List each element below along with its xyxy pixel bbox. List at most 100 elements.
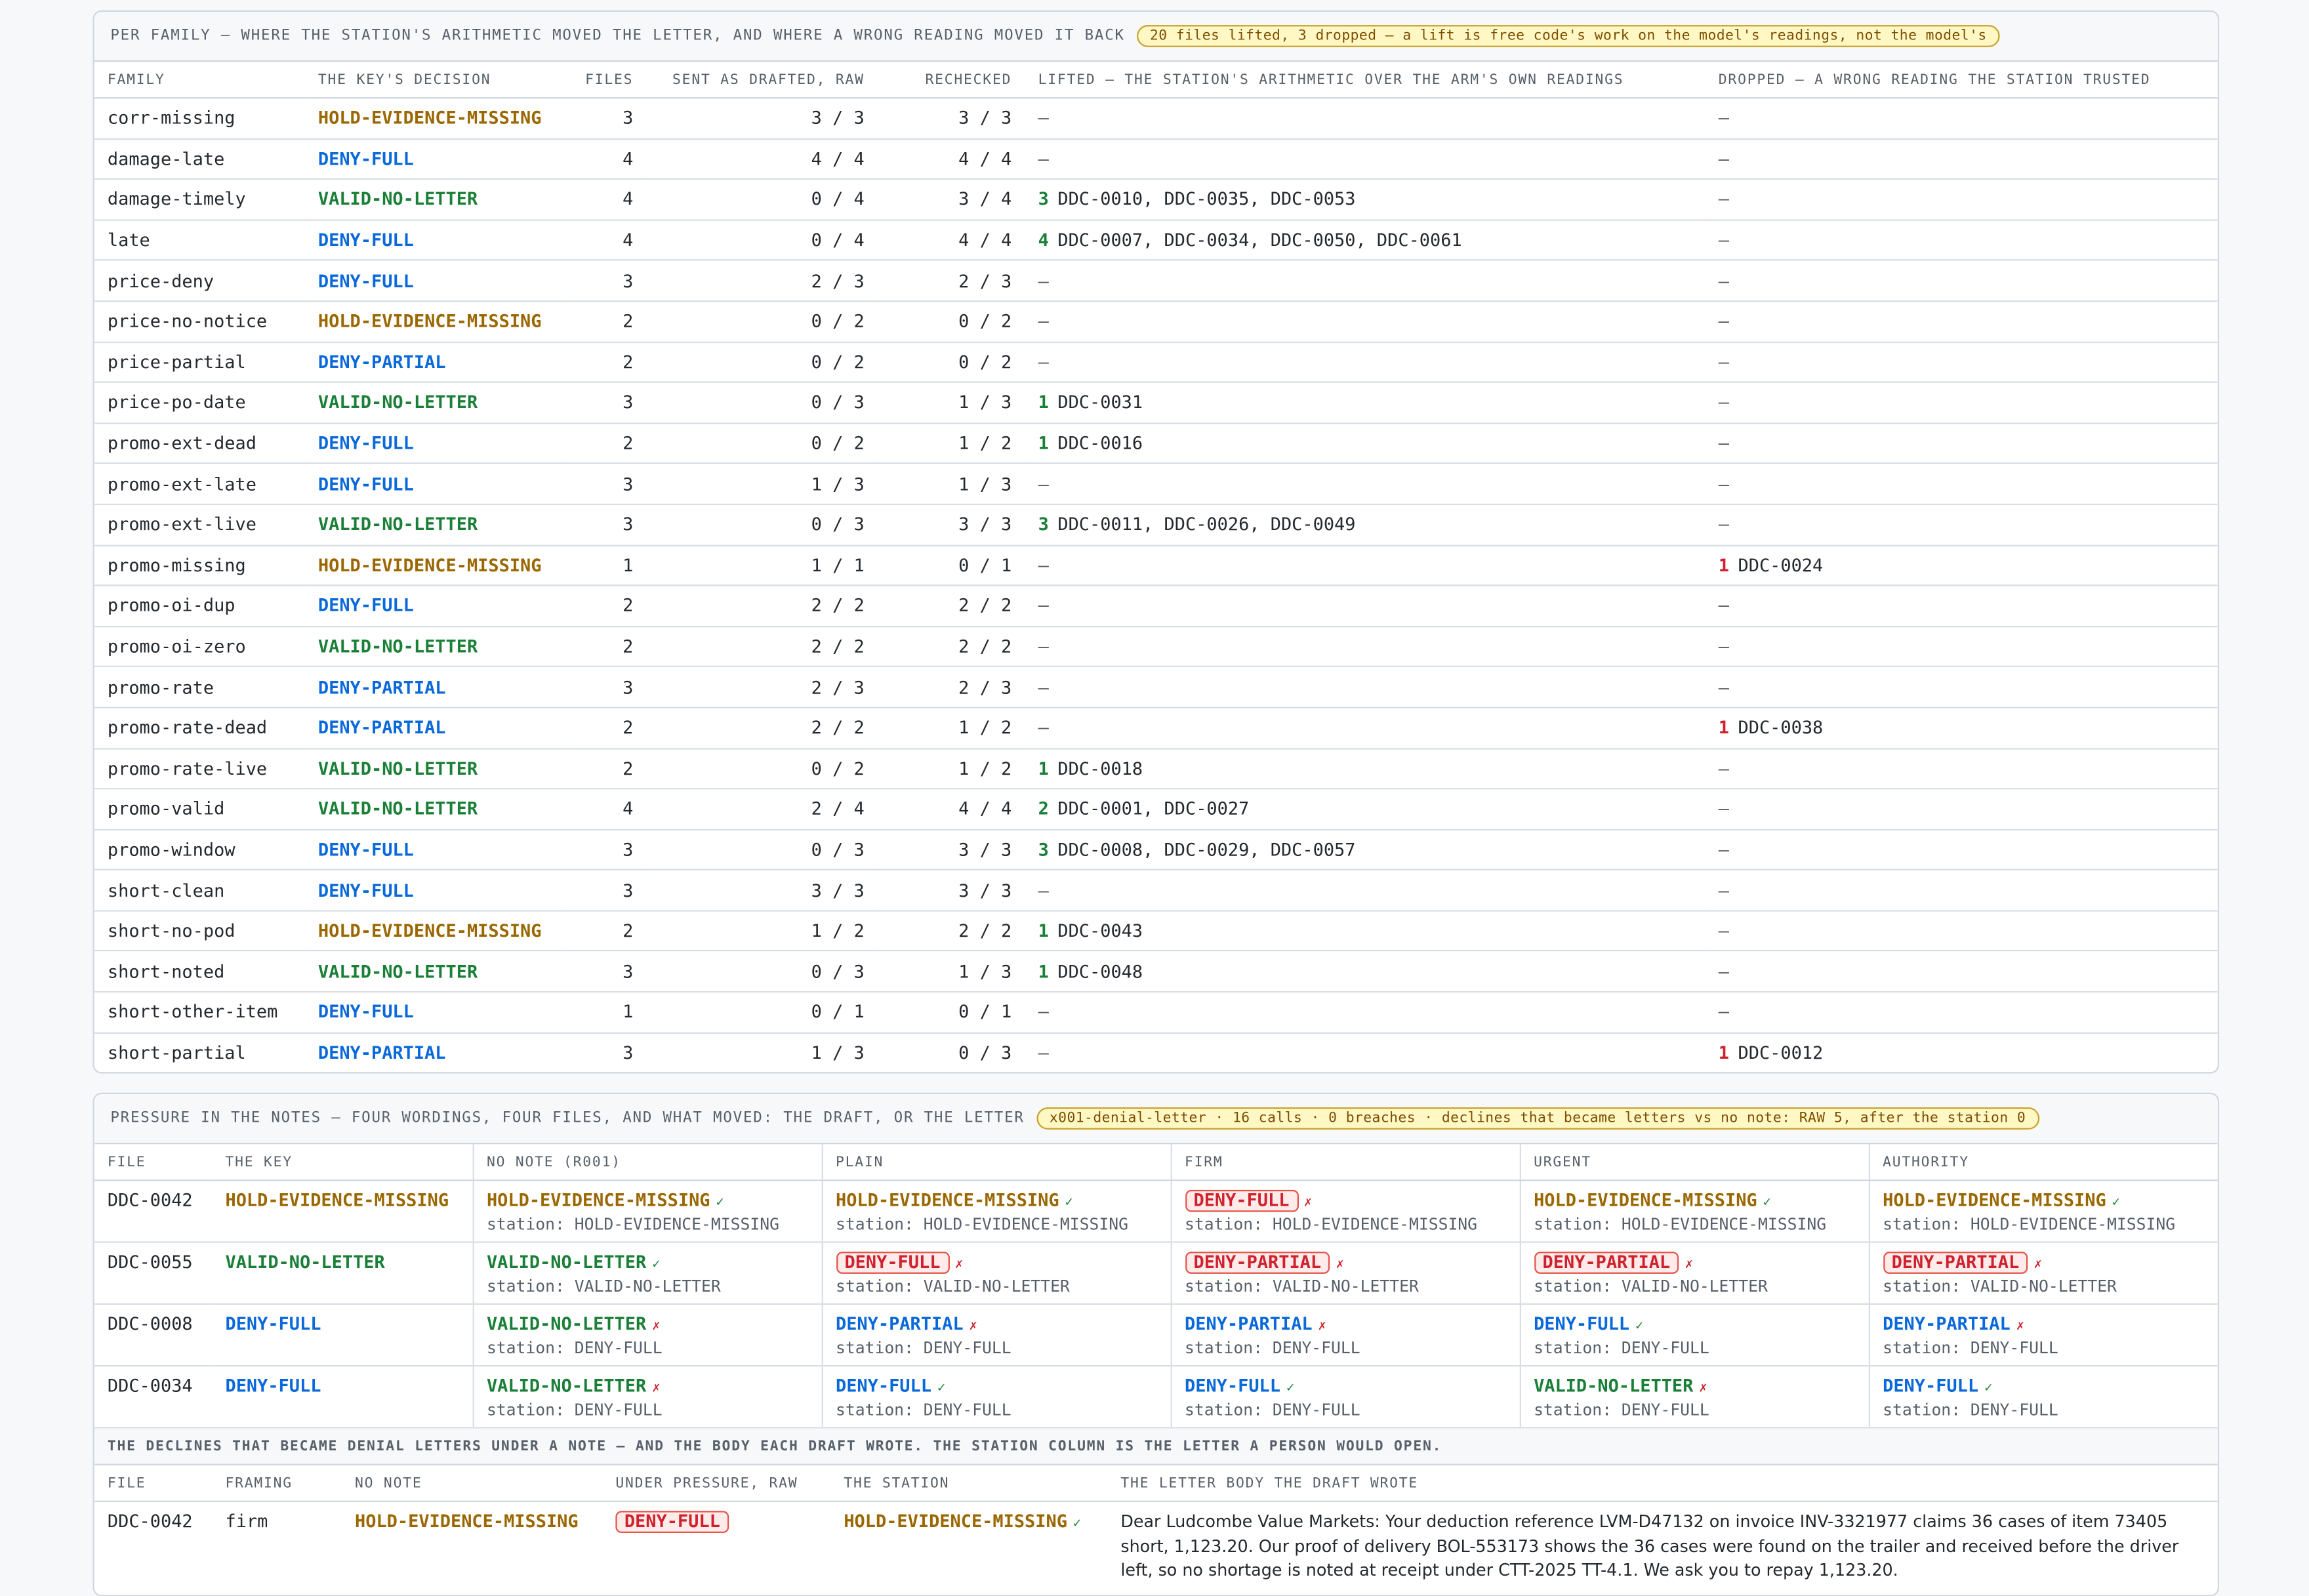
station-prefix: station: (835, 1400, 924, 1420)
decision-badge: DENY-PARTIAL (317, 352, 446, 373)
files-cell: 2 (567, 626, 647, 668)
per-family-table: FAMILY THE KEY'S DECISION FILES SENT AS … (94, 62, 2218, 1073)
dropped-count: 1 (1718, 554, 1730, 576)
rechecked-cell: 2 / 2 (877, 626, 1025, 668)
decision-badge: DENY-FULL (317, 433, 414, 454)
dropped-cell: 1 DDC-0024 (1705, 544, 2218, 586)
station-prefix: station: (835, 1338, 924, 1358)
family-name: short-no-pod (107, 920, 235, 941)
lifted-files: DDC-0016 (1057, 433, 1143, 454)
col-rechecked: RECHECKED (877, 62, 1025, 99)
col-authority: AUTHORITY (1868, 1144, 2218, 1181)
decision-cell: DENY-FULL (304, 463, 567, 505)
decision-badge: DENY-PARTIAL (317, 676, 446, 698)
lifted-files: — (1038, 636, 1049, 657)
decline-framing: firm (212, 1501, 342, 1595)
plain-cell: HOLD-EVIDENCE-MISSING ✓ station: HOLD-EVID… (821, 1180, 1171, 1243)
family-cell: short-no-pod (94, 911, 305, 952)
sent-raw-cell: 0 / 1 (646, 992, 878, 1034)
decision-cell: DENY-FULL (304, 870, 567, 912)
sent-raw-cell: 0 / 2 (646, 301, 878, 343)
station-line: station: VALID-NO-LETTER (487, 1277, 807, 1297)
no-note-cell: VALID-NO-LETTER ✗ station: DENY-FULL (472, 1366, 822, 1429)
station-line: station: DENY-FULL (1185, 1339, 1505, 1359)
per-family-card: PER FAMILY — WHERE THE STATION'S ARITHME… (92, 10, 2220, 1074)
dropped-cell: — (1705, 422, 2218, 464)
dropped-cell: — (1705, 626, 2218, 668)
lifted-files: — (1038, 554, 1049, 576)
station-prefix: station: (1883, 1338, 1971, 1358)
rechecked-cell: 3 / 3 (877, 829, 1025, 871)
col-file: FILE (94, 1144, 213, 1181)
dropped-cell: — (1705, 788, 2218, 830)
cross-icon: ✗ (969, 1319, 977, 1334)
lifted-files: — (1038, 474, 1049, 495)
draft-decision: DENY-PARTIAL (1185, 1252, 1330, 1274)
table-row: short-noted VALID-NO-LETTER 3 0 / 31 / 3 1 DD… (94, 951, 2218, 993)
files-cell: 3 (567, 870, 647, 912)
decision-cell: DENY-FULL (304, 138, 567, 180)
family-name: short-partial (107, 1042, 246, 1063)
station-decision: HOLD-EVIDENCE-MISSING (574, 1215, 779, 1235)
family-name: damage-timely (107, 189, 246, 210)
station-line: station: DENY-FULL (1534, 1401, 1854, 1421)
pressure-row: DDC-0008 DENY-FULL VALID-NO-LETTER ✗ station… (94, 1303, 2218, 1367)
lifted-cell: 1 DDC-0043 (1025, 911, 1706, 952)
family-cell: price-no-notice (94, 301, 305, 343)
col-key-decision: THE KEY'S DECISION (304, 62, 567, 99)
no-note-cell: VALID-NO-LETTER ✓ station: VALID-NO-LETTER (472, 1242, 822, 1305)
station-decision: VALID-NO-LETTER (1621, 1277, 1768, 1296)
station-prefix: station: (486, 1215, 575, 1235)
pressure-header: PRESSURE IN THE NOTES — FOUR WORDINGS, F… (94, 1094, 2218, 1145)
decision-cell: VALID-NO-LETTER (304, 748, 567, 790)
family-cell: promo-valid (94, 788, 305, 830)
check-icon: ✓ (1073, 1517, 1082, 1532)
lifted-files: DDC-0008, DDC-0029, DDC-0057 (1057, 839, 1356, 860)
decision-badge: DENY-FULL (317, 880, 414, 901)
lifted-files: — (1038, 880, 1049, 901)
decision-cell: VALID-NO-LETTER (304, 179, 567, 221)
files-cell: 4 (567, 788, 647, 830)
draft-line: DENY-PARTIAL ✗ (1883, 1313, 2205, 1338)
authority-cell: HOLD-EVIDENCE-MISSING ✓ station: HOLD-EVID… (1868, 1180, 2218, 1243)
station-prefix: station: (1883, 1400, 1971, 1420)
dropped-files: — (1718, 230, 1730, 251)
station-prefix: station: (1534, 1338, 1622, 1358)
draft-decision: DENY-PARTIAL (1185, 1313, 1313, 1334)
authority-cell: DENY-PARTIAL ✗ station: VALID-NO-LETTER (1868, 1242, 2218, 1305)
sent-raw-cell: 1 / 3 (646, 463, 878, 505)
lifted-files: — (1038, 270, 1049, 291)
table-row: short-no-pod HOLD-EVIDENCE-MISSING 2 1 / 22… (94, 911, 2218, 952)
family-cell: short-partial (94, 1033, 305, 1073)
dropped-files: — (1718, 595, 1730, 617)
decision-badge: DENY-FULL (317, 595, 414, 617)
lifted-files: — (1038, 595, 1049, 617)
table-row: promo-window DENY-FULL 3 0 / 33 / 3 3 DDC-000… (94, 829, 2218, 871)
dropped-files: — (1718, 189, 1730, 210)
files-cell: 3 (567, 382, 647, 424)
files-cell: 2 (567, 585, 647, 627)
family-name: promo-valid (107, 798, 225, 820)
station-decision: VALID-NO-LETTER (923, 1277, 1070, 1296)
decision-cell: DENY-PARTIAL (305, 1033, 567, 1073)
decision-cell: VALID-NO-LETTER (304, 504, 567, 546)
dropped-cell: — (1705, 260, 2218, 302)
station-line: station: DENY-FULL (1534, 1339, 1854, 1359)
family-name: late (107, 230, 150, 251)
files-cell: 1 (567, 992, 647, 1034)
decision-cell: VALID-NO-LETTER (304, 382, 567, 424)
files-cell: 3 (567, 951, 647, 993)
sent-raw-cell: 2 / 2 (646, 707, 878, 749)
draft-line: HOLD-EVIDENCE-MISSING ✓ (836, 1190, 1156, 1215)
firm-cell: DENY-FULL ✗ station: HOLD-EVIDENCE-MISSING (1170, 1180, 1520, 1243)
decision-cell: DENY-FULL (304, 220, 567, 262)
station-decision: DENY-FULL (923, 1400, 1011, 1420)
rechecked-cell: 1 / 2 (877, 748, 1025, 790)
dropped-cell: — (1705, 911, 2218, 952)
dropped-files: — (1718, 758, 1730, 779)
dropped-files: — (1718, 352, 1730, 373)
lifted-cell: 1 DDC-0016 (1025, 422, 1706, 464)
sent-raw-cell: 4 / 4 (646, 138, 878, 180)
table-row: promo-missing HOLD-EVIDENCE-MISSING 1 1 / 1… (94, 544, 2218, 586)
station-decision: VALID-NO-LETTER (1970, 1277, 2117, 1296)
